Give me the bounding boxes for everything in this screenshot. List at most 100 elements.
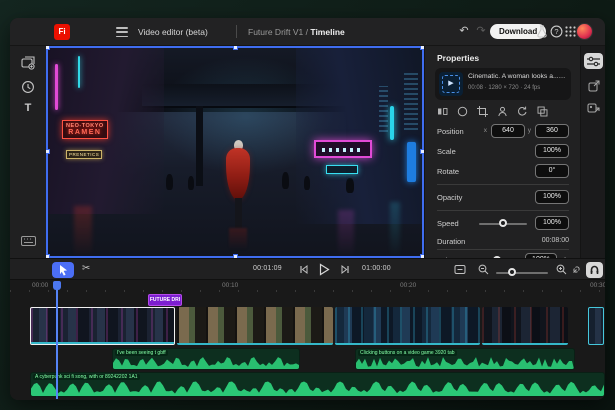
opacity-label: Opacity	[437, 193, 462, 202]
neon-sign-blue	[407, 142, 416, 182]
neon-sign-cyan-small	[326, 165, 358, 174]
video-clip-2[interactable]	[177, 307, 333, 345]
building-windows	[404, 70, 418, 130]
woman-red-cape	[226, 148, 250, 200]
left-toolbar: T	[10, 46, 46, 258]
neon-sign-ramen: NEO-TOKYO RAMEN	[62, 120, 108, 139]
firefly-logo[interactable]: Fi	[54, 24, 70, 40]
properties-title: Properties	[437, 53, 479, 63]
video-clip-4[interactable]	[482, 307, 568, 345]
neon-reflection-magenta	[338, 210, 354, 258]
cut-tool-icon[interactable]: ✂	[82, 263, 90, 274]
rotate-label: Rotate	[437, 167, 459, 176]
clip-meta: 00:08 · 1280 × 720 · 24 fps	[468, 85, 567, 91]
duration-label: Duration	[437, 237, 465, 246]
breadcrumb[interactable]: Future Drift V1 / Timeline	[248, 27, 345, 37]
clip-name: Cinematic. A woman looks a... .vffgenvid	[468, 73, 567, 80]
properties-panel-button[interactable]	[584, 53, 603, 69]
music-clip[interactable]: A cyberpunk sci fi song, with or 8924220…	[30, 372, 605, 397]
ruler-label: 00:20	[400, 282, 416, 289]
keyboard-shortcuts-icon[interactable]	[20, 236, 36, 252]
neon-sign-prenetics: PRENETICS	[66, 150, 102, 159]
undo-icon[interactable]: ↶	[456, 24, 472, 40]
breadcrumb-page: Timeline	[310, 27, 344, 37]
text-clip-future-drift[interactable]: FUTURE DRI	[148, 294, 182, 306]
audio-clip-sfx[interactable]: Clicking buttons on a video game 3920 ta…	[355, 348, 575, 370]
divider	[437, 249, 569, 250]
linked-audio-strip	[335, 343, 480, 345]
ruler-ticks	[10, 290, 605, 292]
export-media-panel-button[interactable]	[584, 100, 603, 116]
timeline-zoom-slider[interactable]	[496, 272, 548, 274]
neon-sign-ramen-line2: RAMEN	[66, 129, 104, 136]
duration-row: Duration 00:08:00	[437, 234, 569, 250]
ruler-label: 00:30	[590, 282, 605, 289]
title-divider	[236, 25, 237, 38]
neon-stripe-cyan	[78, 56, 80, 88]
position-y-input[interactable]: 360	[535, 124, 569, 138]
playhead-handle[interactable]	[53, 281, 61, 290]
breadcrumb-project[interactable]: Future Drift V1	[248, 27, 303, 37]
blend-layers-icon[interactable]	[537, 106, 548, 117]
play-button[interactable]	[318, 263, 330, 281]
y-label: y	[528, 127, 531, 134]
history-clock-icon[interactable]	[20, 80, 36, 96]
video-clip-5-partial[interactable]	[588, 307, 604, 345]
app-title: Video editor (beta)	[138, 27, 208, 37]
neon-reflection-red	[74, 206, 92, 258]
svg-text:?: ?	[554, 27, 558, 36]
position-label: Position	[437, 127, 464, 136]
playhead-line[interactable]	[56, 281, 58, 399]
selected-clip-card[interactable]: ▶ Cinematic. A woman looks a... .vffgenv…	[435, 68, 571, 100]
zoom-slider-thumb[interactable]	[508, 268, 516, 276]
scale-row: Scale 100%	[437, 144, 569, 160]
neon-sign-magenta-frame	[314, 140, 372, 158]
ruler-label: 00:00	[32, 282, 48, 289]
opacity-input[interactable]: 100%	[535, 190, 569, 204]
rotate-row: Rotate 0°	[437, 164, 569, 180]
menu-icon[interactable]	[116, 27, 128, 37]
redo-icon[interactable]: ↷	[473, 24, 489, 40]
select-tool-button[interactable]	[52, 262, 74, 278]
speed-label: Speed	[437, 219, 459, 228]
desktop-background: Fi Video editor (beta) Future Drift V1 /…	[0, 0, 615, 410]
rotate-icon[interactable]	[517, 106, 528, 117]
user-avatar[interactable]	[576, 23, 593, 40]
snap-toggle-button[interactable]	[586, 262, 603, 278]
speed-slider[interactable]	[479, 223, 527, 225]
preview-canvas[interactable]: NEO-TOKYO RAMEN PRENETICS	[46, 46, 424, 258]
rotate-input[interactable]: 0°	[535, 164, 569, 178]
clip-thumbnail-tile: ▶	[439, 72, 463, 96]
video-clip-3[interactable]	[335, 307, 480, 345]
speed-row: Speed 100%	[437, 216, 569, 232]
properties-panel: Properties ▶ Cinematic. A woman looks a.…	[424, 46, 580, 258]
generated-video-icon: ▶	[442, 75, 460, 93]
video-clip-1-selected[interactable]	[30, 307, 175, 345]
woman-reflection	[229, 228, 247, 250]
text-tool-icon[interactable]: T	[20, 102, 36, 118]
divider	[437, 184, 569, 185]
ruler-label: 00:10	[222, 282, 238, 289]
share-panel-button[interactable]	[584, 78, 603, 94]
position-x-input[interactable]: 640	[491, 124, 525, 138]
media-library-icon[interactable]	[20, 56, 36, 72]
linked-audio-strip	[482, 343, 568, 345]
scale-input[interactable]: 100%	[535, 144, 569, 158]
neon-reflection-cyan	[390, 202, 400, 258]
audio-clip-voice-1[interactable]: I've been seeing t gbff	[112, 348, 300, 370]
linked-audio-strip	[177, 343, 333, 345]
crop-icon[interactable]	[477, 106, 488, 117]
opacity-row: Opacity 100%	[437, 190, 569, 206]
neon-stripe-magenta	[55, 64, 58, 110]
speed-slider-thumb[interactable]	[499, 219, 507, 227]
current-timecode: 00:01:09	[253, 265, 282, 272]
video-editor-window: Fi Video editor (beta) Future Drift V1 /…	[10, 18, 605, 400]
flip-icon[interactable]	[437, 106, 448, 117]
fit-subject-icon[interactable]	[497, 106, 508, 117]
speed-input[interactable]: 100%	[535, 216, 569, 230]
divider	[437, 210, 569, 211]
timeline[interactable]: 00:00 00:10 00:20 00:30 FUTURE DRI I've …	[10, 280, 605, 400]
breadcrumb-separator: /	[306, 27, 308, 37]
mask-circle-icon[interactable]	[457, 106, 468, 117]
neon-stripe-cyan	[390, 106, 394, 140]
